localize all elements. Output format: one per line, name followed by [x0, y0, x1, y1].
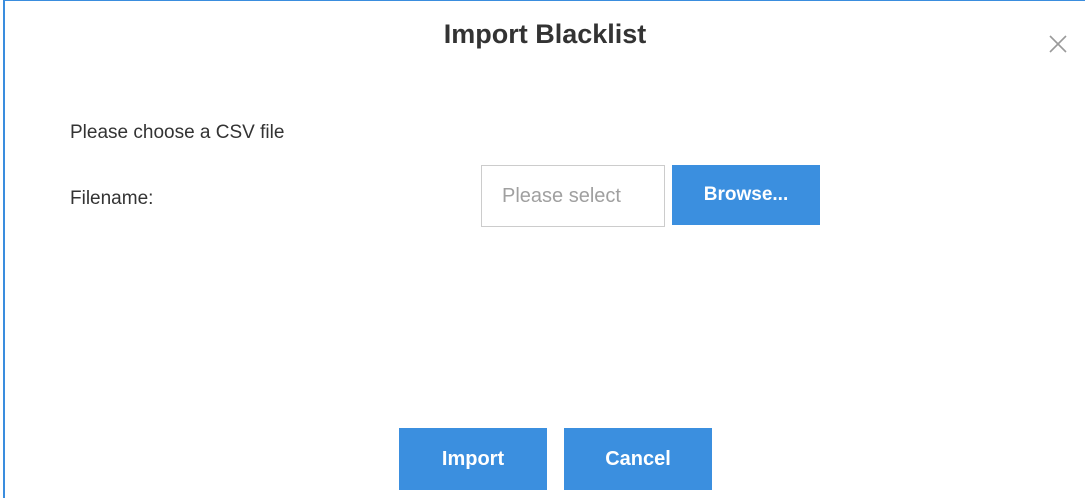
cancel-button[interactable]: Cancel	[564, 428, 712, 490]
import-blacklist-dialog: Import Blacklist Please choose a CSV fil…	[3, 0, 1085, 498]
filename-input[interactable]	[481, 165, 665, 227]
instruction-text: Please choose a CSV file	[70, 122, 285, 143]
import-button[interactable]: Import	[399, 428, 547, 490]
browse-button[interactable]: Browse...	[672, 165, 820, 225]
dialog-title: Import Blacklist	[443, 19, 647, 49]
filename-label: Filename:	[70, 188, 154, 209]
close-icon[interactable]	[1048, 34, 1068, 54]
